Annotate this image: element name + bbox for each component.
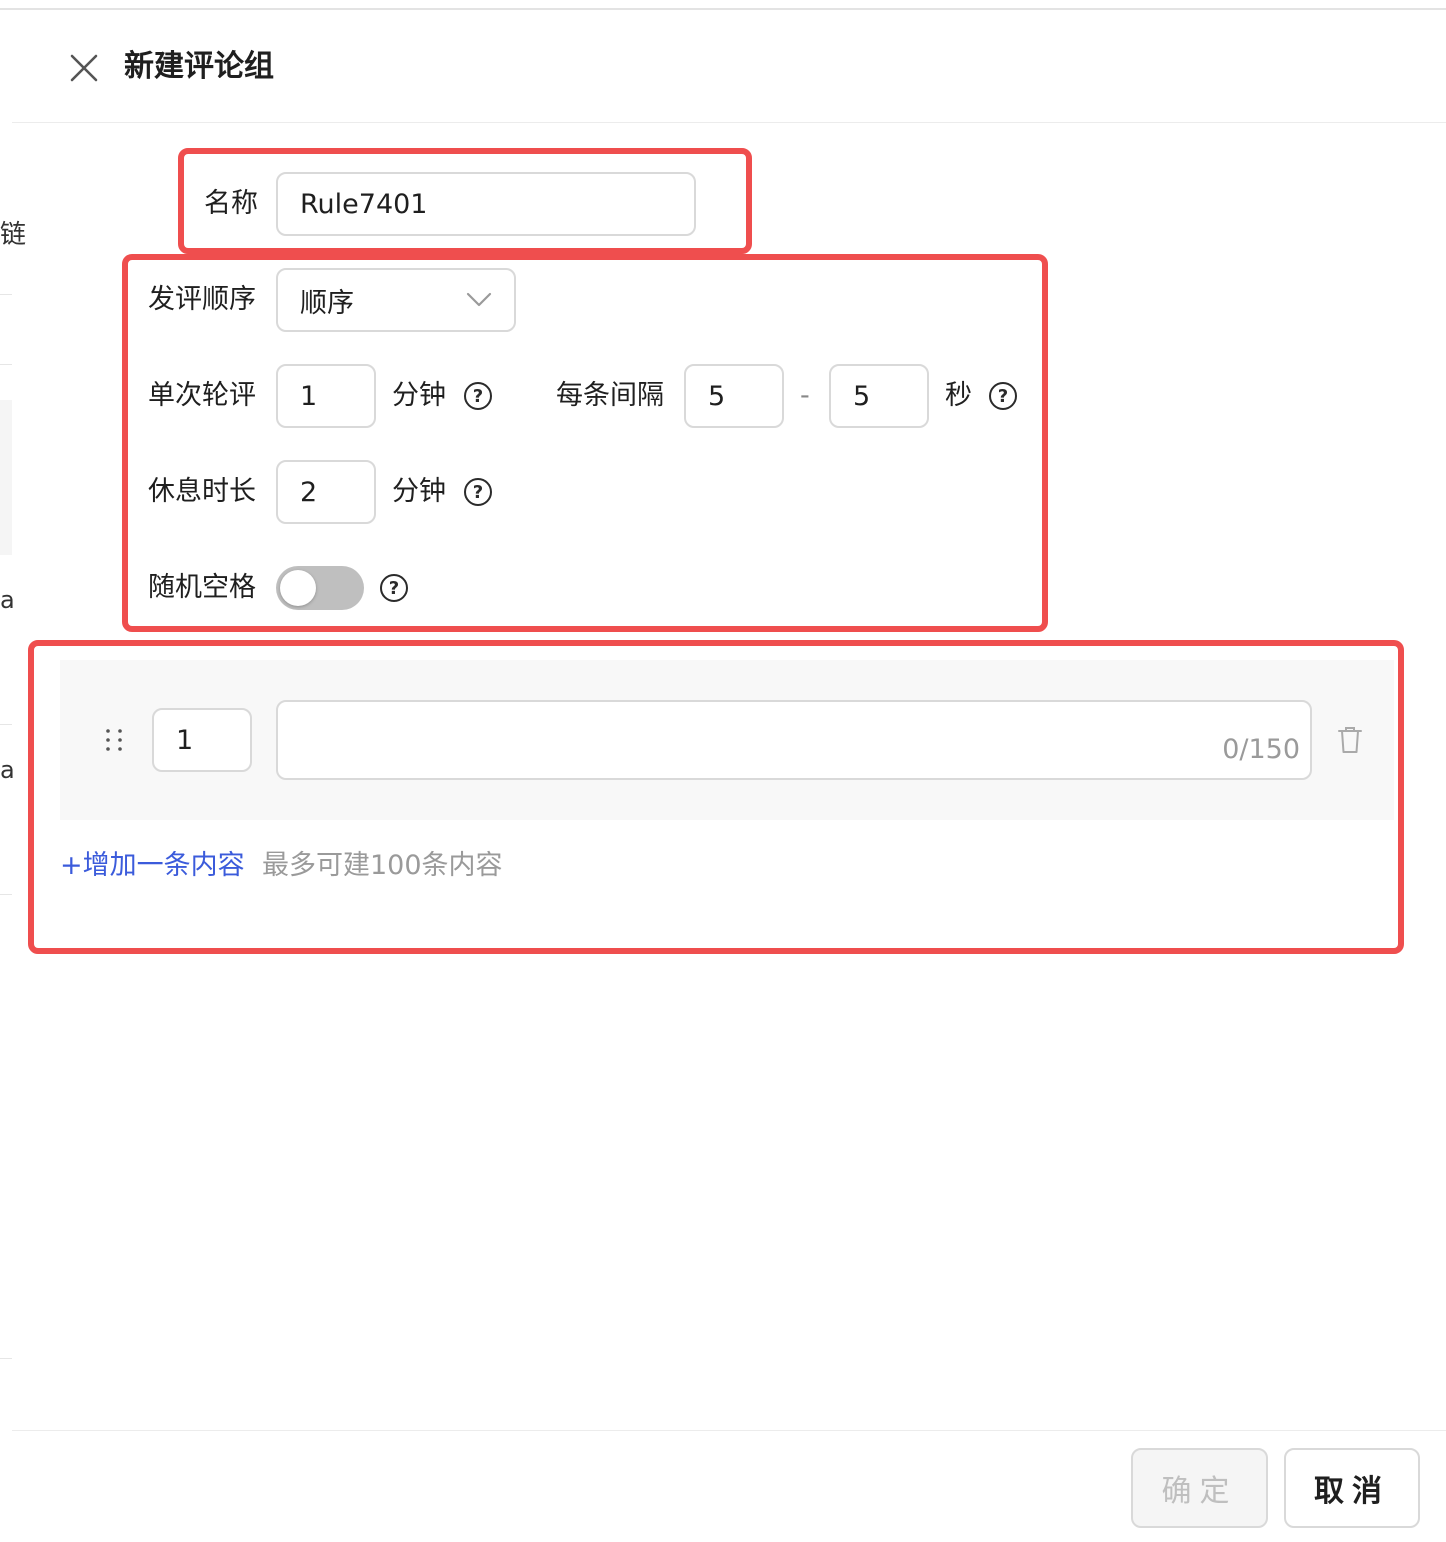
background-divider <box>0 294 12 295</box>
close-icon <box>70 54 98 82</box>
cancel-button[interactable]: 取消 <box>1284 1448 1420 1528</box>
drawer-top-border <box>0 8 1446 10</box>
background-text-fragment: 链 <box>0 220 27 250</box>
drag-handle-icon[interactable] <box>104 728 124 752</box>
add-content-hint: 最多可建100条内容 <box>262 850 503 881</box>
interval-separator: - <box>800 380 810 411</box>
drawer-title: 新建评论组 <box>124 49 274 84</box>
background-divider <box>0 364 12 365</box>
interval-min-input[interactable]: 5 <box>684 364 784 428</box>
order-select[interactable]: 顺序 <box>276 268 516 332</box>
content-char-counter: 0/150 <box>1222 734 1300 765</box>
chevron-down-icon <box>466 292 492 307</box>
content-index-value: 1 <box>176 724 194 756</box>
order-select-value: 顺序 <box>300 287 354 319</box>
interval-min-value: 5 <box>708 380 726 412</box>
single-round-input[interactable]: 1 <box>276 364 376 428</box>
trash-icon[interactable] <box>1337 726 1363 754</box>
single-round-unit: 分钟 <box>392 380 446 411</box>
confirm-button[interactable]: 确定 <box>1131 1448 1268 1528</box>
highlight-box-settings <box>122 254 1048 632</box>
name-input-value: Rule7401 <box>300 188 428 220</box>
name-label: 名称 <box>204 188 258 219</box>
random-space-label: 随机空格 <box>148 572 256 603</box>
help-icon[interactable]: ? <box>464 478 492 506</box>
content-index-input[interactable]: 1 <box>152 708 252 772</box>
single-round-value: 1 <box>300 380 318 412</box>
interval-unit: 秒 <box>945 380 972 411</box>
content-textarea[interactable]: 0/150 <box>276 700 1312 780</box>
single-round-label: 单次轮评 <box>148 380 256 411</box>
random-space-toggle[interactable] <box>276 566 364 610</box>
close-button[interactable] <box>62 46 106 90</box>
help-icon[interactable]: ? <box>464 382 492 410</box>
background-divider <box>0 894 12 895</box>
rest-unit: 分钟 <box>392 476 446 507</box>
background-text-fragment: a <box>0 586 15 614</box>
footer-divider <box>12 1430 1446 1431</box>
rest-label: 休息时长 <box>148 476 256 507</box>
help-icon[interactable]: ? <box>989 382 1017 410</box>
interval-max-input[interactable]: 5 <box>829 364 929 428</box>
toggle-knob <box>280 570 316 606</box>
background-divider <box>0 724 12 725</box>
name-input[interactable]: Rule7401 <box>276 172 696 236</box>
header-divider <box>12 122 1446 123</box>
help-icon[interactable]: ? <box>380 574 408 602</box>
background-text-fragment: a <box>0 756 15 784</box>
rest-input[interactable]: 2 <box>276 460 376 524</box>
order-label: 发评顺序 <box>148 284 256 315</box>
interval-max-value: 5 <box>853 380 871 412</box>
add-content-link[interactable]: +增加一条内容 <box>60 846 245 886</box>
background-panel <box>0 400 12 555</box>
background-divider <box>0 1358 12 1359</box>
rest-value: 2 <box>300 476 318 508</box>
interval-label: 每条间隔 <box>556 380 664 411</box>
